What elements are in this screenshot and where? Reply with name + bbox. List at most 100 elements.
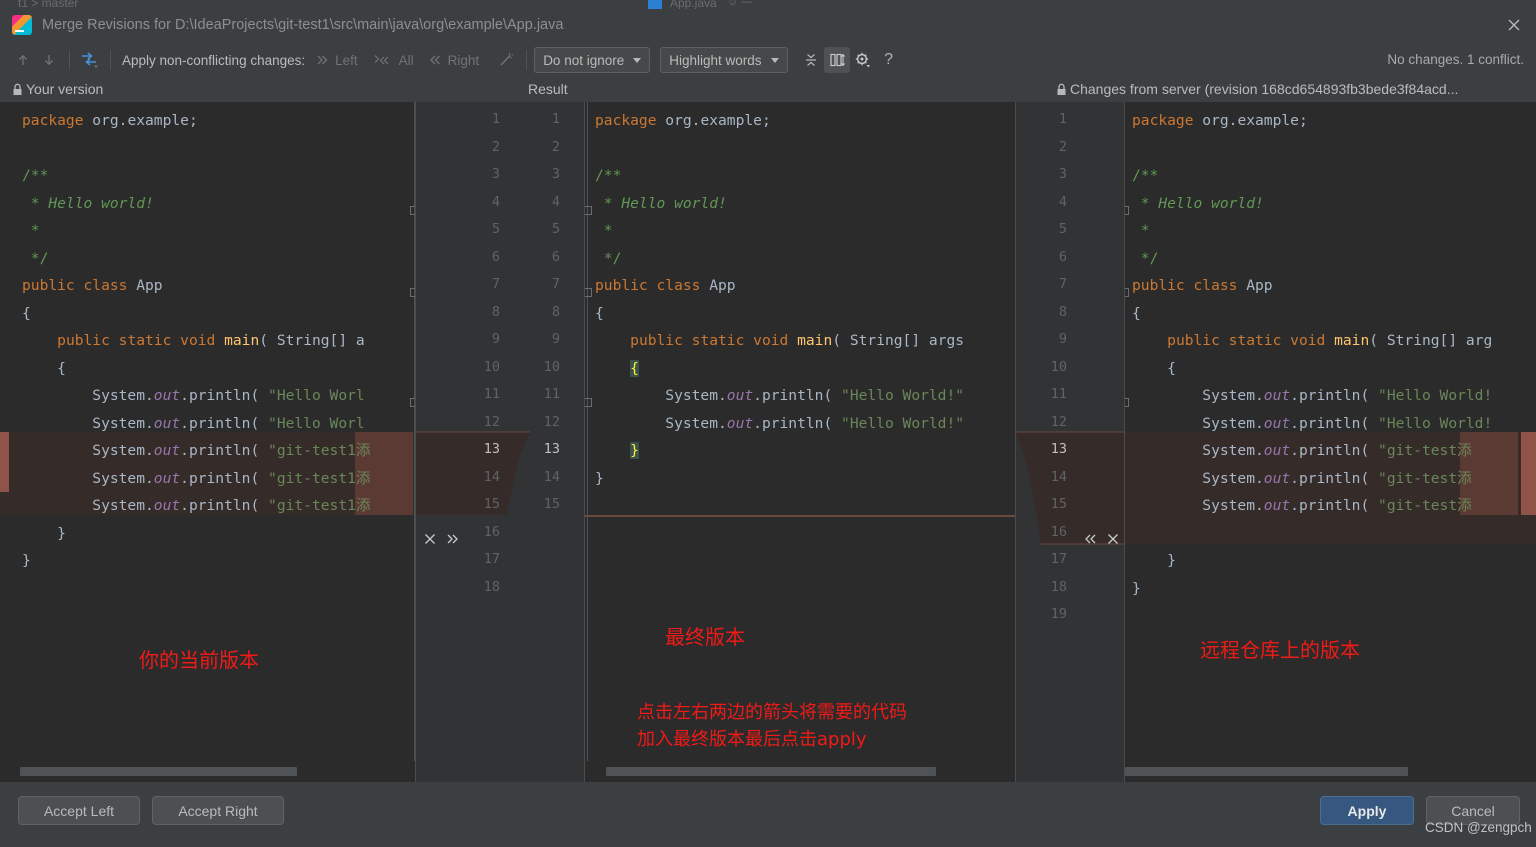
center-hscroll-thumb[interactable] <box>606 767 936 776</box>
code-line: { <box>22 300 31 328</box>
center-hscroll-track[interactable] <box>585 761 1015 782</box>
apply-left-button[interactable]: Left <box>315 53 358 68</box>
line-number: 10 <box>543 358 560 375</box>
chevron-down-icon <box>770 57 779 63</box>
chevron-double-left-icon[interactable] <box>1081 532 1098 551</box>
center-conflict-highlight <box>585 515 1015 517</box>
line-number: 11 <box>483 386 500 402</box>
code-line: System.out.println( "Hello World! <box>1132 382 1492 410</box>
right-accept-controls[interactable] <box>1081 532 1120 551</box>
right-hscroll-track[interactable] <box>1125 761 1536 782</box>
apply-all-button[interactable]: All <box>372 53 414 68</box>
line-number: 8 <box>491 303 500 320</box>
code-token: .println( <box>180 469 269 487</box>
code-line: { <box>22 355 66 383</box>
right-fold-marker-3[interactable] <box>1125 398 1129 407</box>
close-x-icon[interactable] <box>423 532 437 551</box>
left-accept-controls[interactable] <box>423 532 462 551</box>
code-token: } <box>1132 579 1141 597</box>
chevron-double-left-icon <box>428 53 443 67</box>
left-hscroll-thumb[interactable] <box>20 767 297 776</box>
line-number: 12 <box>1050 413 1067 430</box>
apply-button[interactable]: Apply <box>1320 796 1414 825</box>
code-line: public class App <box>595 272 736 300</box>
code-line: public static void main( String[] arg <box>1132 327 1492 355</box>
code-token: System. <box>22 387 154 404</box>
line-number: 3 <box>551 166 560 182</box>
code-line: public static void main( String[] a <box>22 327 365 355</box>
next-difference-button[interactable] <box>36 47 62 73</box>
code-token: package <box>22 112 84 129</box>
accept-left-button[interactable]: Accept Left <box>18 796 140 825</box>
code-token: * <box>1132 222 1150 239</box>
right-gutter-left-border <box>1015 102 1016 782</box>
center-fold-marker-1[interactable] <box>585 206 592 215</box>
toolbar-divider-3 <box>526 50 528 70</box>
line-number: 16 <box>483 523 500 540</box>
collapse-unchanged-button[interactable] <box>798 47 824 73</box>
chevron-down-icon <box>633 57 642 63</box>
right-hscroll-thumb[interactable] <box>1125 767 1408 776</box>
code-token: System. <box>22 497 154 514</box>
left-hscroll-track[interactable] <box>0 761 415 782</box>
code-token: out <box>726 387 754 404</box>
code-token: .println( <box>180 442 269 459</box>
right-editor-pane[interactable]: package org.example; /** * Hello world! … <box>1125 102 1536 782</box>
code-token: { <box>1132 359 1176 377</box>
code-token: "git-test添 <box>1378 497 1472 514</box>
editors-area: package org.example; /** * Hello world! … <box>0 102 1536 782</box>
code-token: "git-test添 <box>1378 442 1472 459</box>
previous-difference-button[interactable] <box>10 47 36 73</box>
code-token: /** <box>595 167 622 184</box>
help-label: ? <box>884 51 893 68</box>
code-token: out <box>153 497 181 514</box>
apply-all-label: All <box>398 52 414 68</box>
center-annotation-line2: 加入最终版本最后点击apply <box>637 729 867 750</box>
ignore-policy-select[interactable]: Do not ignore <box>534 47 651 73</box>
apply-all-non-conflicting-button[interactable] <box>77 47 103 73</box>
code-line: System.out.println( "git-test添 <box>1132 492 1472 520</box>
toolbar-divider-2 <box>110 50 111 70</box>
code-token: ( String[] a <box>259 332 365 349</box>
center-fold-marker-3[interactable] <box>585 398 592 407</box>
right-fold-marker-2[interactable] <box>1125 288 1129 297</box>
resolve-simple-conflicts-button[interactable] <box>493 47 519 73</box>
close-x-icon[interactable] <box>1106 532 1120 551</box>
left-conflict-marker <box>0 432 9 492</box>
code-token: out <box>1263 497 1291 514</box>
apply-right-label: Right <box>447 52 480 68</box>
line-number: 10 <box>483 358 500 375</box>
center-fold-marker-2[interactable] <box>585 288 592 297</box>
code-token: System. <box>595 414 727 432</box>
line-number: 1 <box>1058 111 1067 127</box>
chevron-double-right-icon[interactable] <box>445 532 462 551</box>
line-number: 15 <box>543 496 560 512</box>
code-token: .println( <box>180 387 269 404</box>
code-line: public class App <box>1132 272 1273 300</box>
code-line: * Hello world! <box>1132 190 1264 218</box>
highlight-policy-select[interactable]: Highlight words <box>660 47 788 73</box>
left-editor-pane[interactable]: package org.example; /** * Hello world! … <box>0 102 415 782</box>
side-by-side-view-toggle[interactable] <box>823 47 850 73</box>
code-token: .println( <box>1290 442 1379 459</box>
line-number: 8 <box>551 303 560 320</box>
center-editor-pane[interactable]: package org.example; /** * Hello world! … <box>585 102 1015 782</box>
line-number: 7 <box>551 276 560 292</box>
apply-all-icon <box>82 52 98 68</box>
right-fold-marker-1[interactable] <box>1125 206 1129 215</box>
accept-right-button[interactable]: Accept Right <box>152 796 284 825</box>
line-number: 5 <box>551 221 560 237</box>
code-token: out <box>726 414 754 432</box>
line-number: 8 <box>1058 303 1067 320</box>
diff-settings-button[interactable] <box>850 47 876 73</box>
apply-right-button[interactable]: Right <box>428 52 480 68</box>
help-button[interactable]: ? <box>876 47 902 73</box>
code-token: package <box>595 112 657 129</box>
code-line: */ <box>595 245 622 273</box>
code-token: .println( <box>1290 414 1379 432</box>
close-icon[interactable] <box>1506 17 1522 33</box>
background-tab-label: App.java <box>670 0 717 9</box>
line-number: 15 <box>1050 496 1067 512</box>
